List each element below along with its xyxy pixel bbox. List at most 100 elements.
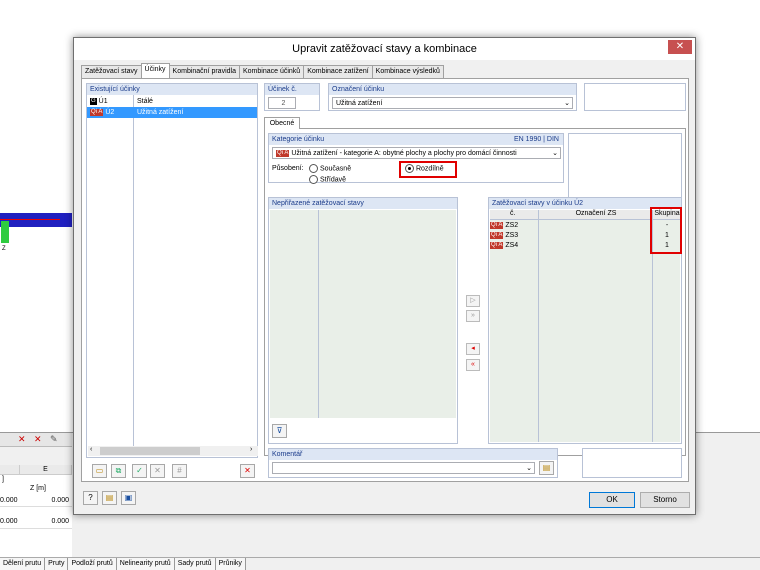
column-label-z: Z [m] [30,485,46,492]
action-name: Stálé [137,98,153,105]
close-icon: ✕ [675,41,685,52]
unassigned-title: Nepřiřazené zatěžovací stavy [269,198,457,209]
effect-no-title: Účinek č. [265,84,319,95]
tab-general[interactable]: Obecné [264,117,300,129]
unassigned-list[interactable] [270,210,456,418]
edit-load-cases-dialog: Upravit zatěžovací stavy a kombinace ✕ Z… [73,37,696,515]
comment-info-panel [582,448,682,478]
action-id: Ú1 [98,98,108,105]
edit-icon[interactable]: ✎ [50,434,58,445]
table-header: E [0,465,72,475]
save-icon: ▣ [124,493,133,502]
node-label: Z [2,246,6,252]
action-badge: G [90,97,97,105]
scroll-right-icon[interactable]: › [250,446,252,453]
bottom-tabbar: Dělení prutu Pruty Podloží prutů Nelinea… [0,557,760,570]
radio-icon[interactable] [405,164,414,173]
designation-panel: Označení účinku Užitná zatížení ⌄ [328,83,577,111]
tab-member-division[interactable]: Dělení prutu [0,558,46,570]
radio-icon[interactable] [309,175,318,184]
tab-action-combinations[interactable]: Kombinace účinků [238,65,305,78]
table-cell[interactable]: 0.000 [20,496,72,506]
info-panel [584,83,686,111]
category-combo[interactable]: Qi A Užitná zatížení - kategorie A: obytn… [272,147,561,159]
tab-load-combinations[interactable]: Kombinace zatížení [303,65,373,78]
cancel-button[interactable]: Storno [640,492,690,508]
new-action-button[interactable]: ▭ [92,464,107,478]
scroll-left-icon[interactable]: ‹ [90,446,92,453]
table-cell[interactable]: 0.000 [0,496,20,506]
close-button[interactable]: ✕ [668,40,692,54]
arrow-right-icon: ▷ [470,297,476,304]
existing-actions-panel: Existující účinky G Ú1 Stálé Qi A Ú2 Užitn… [86,83,258,458]
folder-icon: ▤ [105,493,114,502]
dialog-titlebar[interactable]: Upravit zatěžovací stavy a kombinace ✕ [74,38,695,60]
delete-icon[interactable]: ✕ [18,434,26,445]
comment-combo[interactable]: ⌄ [272,462,535,474]
assigned-panel: Zatěžovací stavy v účinku Ú2 č. Označení… [488,197,682,444]
arrow-left-icon: ◂ [471,345,475,352]
action-label: Působení: [272,165,304,172]
horizontal-scrollbar[interactable]: ‹ › [88,446,258,456]
list-item-selected[interactable]: Qi A Ú2 Užitná zatížení [87,107,257,118]
lc-no: ZS2 [505,222,519,229]
radio-icon[interactable] [309,164,318,173]
copy-action-button[interactable]: ⧉ [111,464,126,478]
column-header-e[interactable]: E [20,465,72,475]
delete-all-icon[interactable]: ✕ [34,434,42,445]
designation-combo[interactable]: Užitná zatížení ⌄ [332,97,573,109]
help-button[interactable]: ? [83,491,98,505]
help-icon: ? [88,493,93,502]
category-panel: Kategorie účinku EN 1990 | DIN Qi A Užitn… [268,133,564,184]
tab-members[interactable]: Pruty [45,558,69,570]
delete-action-button[interactable]: ✕ [240,464,255,478]
radio-different[interactable]: Rozdílně [405,164,444,173]
tab-actions[interactable]: Účinky [140,63,170,78]
tab-member-nonlinearities[interactable]: Nelinearity prutů [116,558,175,570]
effect-no-panel: Účinek č. 2 [264,83,320,111]
tab-member-sets[interactable]: Sady prutů [174,558,216,570]
beam-member [0,213,72,227]
ok-button[interactable]: OK [589,492,635,508]
check-action-button[interactable]: ✓ [132,464,147,478]
move-right-button[interactable]: ▷ [466,295,480,307]
filter-button[interactable]: ⊽ [272,424,287,438]
table-cell[interactable]: 0.000 [20,517,72,527]
tab-intersections[interactable]: Průniky [215,558,246,570]
move-all-left-button[interactable]: « [466,359,480,371]
tab-combination-rules[interactable]: Kombinační pravidla [168,65,240,78]
lc-badge: Qi A [490,241,504,249]
lc-no: ZS3 [505,232,519,239]
effect-no-field[interactable]: 2 [268,97,296,109]
save-button[interactable]: ▣ [121,491,136,505]
remove-icon: ✕ [154,466,161,475]
tab-member-foundations[interactable]: Podloží prutů [68,558,117,570]
comment-pick-button[interactable]: ▤ [539,461,554,475]
open-button[interactable]: ▤ [102,491,117,505]
table-cell[interactable]: 0.000 [0,517,20,527]
chevron-down-icon[interactable]: ⌄ [564,98,570,109]
action-badge: Qi A [90,108,104,116]
designation-title: Označení účinku [329,84,576,95]
radio-simultaneous[interactable]: Současně [309,164,351,173]
filter-icon: ⊽ [276,426,283,435]
move-all-right-button[interactable]: » [466,310,480,322]
check-icon: ✓ [136,466,143,475]
highlight-box [650,207,682,254]
tab-result-combinations[interactable]: Kombinace výsledků [371,65,444,78]
comment-panel: Komentář ⌄ ▤ [268,448,558,478]
scroll-thumb[interactable] [100,447,200,455]
move-left-button[interactable]: ◂ [466,343,480,355]
remove-action-button[interactable]: ✕ [150,464,165,478]
chevron-down-icon[interactable]: ⌄ [552,148,558,159]
dialog-title: Upravit zatěžovací stavy a kombinace [292,43,477,55]
chevron-down-icon[interactable]: ⌄ [526,463,532,474]
list-item[interactable]: G Ú1 Stálé [87,96,257,107]
table-body: ] Z [m] 0.000 0.000 0.000 0.000 [0,475,72,557]
action-name: Užitná zatížení [137,109,184,116]
tab-load-cases[interactable]: Zatěžovací stavy [81,65,142,78]
support-icon [1,221,9,243]
assigned-table: č. Označení ZS Skupina Qi A ZS2 - Qi A ZS3… [490,207,682,442]
radio-alternating[interactable]: Střídavě [309,175,346,184]
renumber-action-button[interactable]: # [172,464,187,478]
